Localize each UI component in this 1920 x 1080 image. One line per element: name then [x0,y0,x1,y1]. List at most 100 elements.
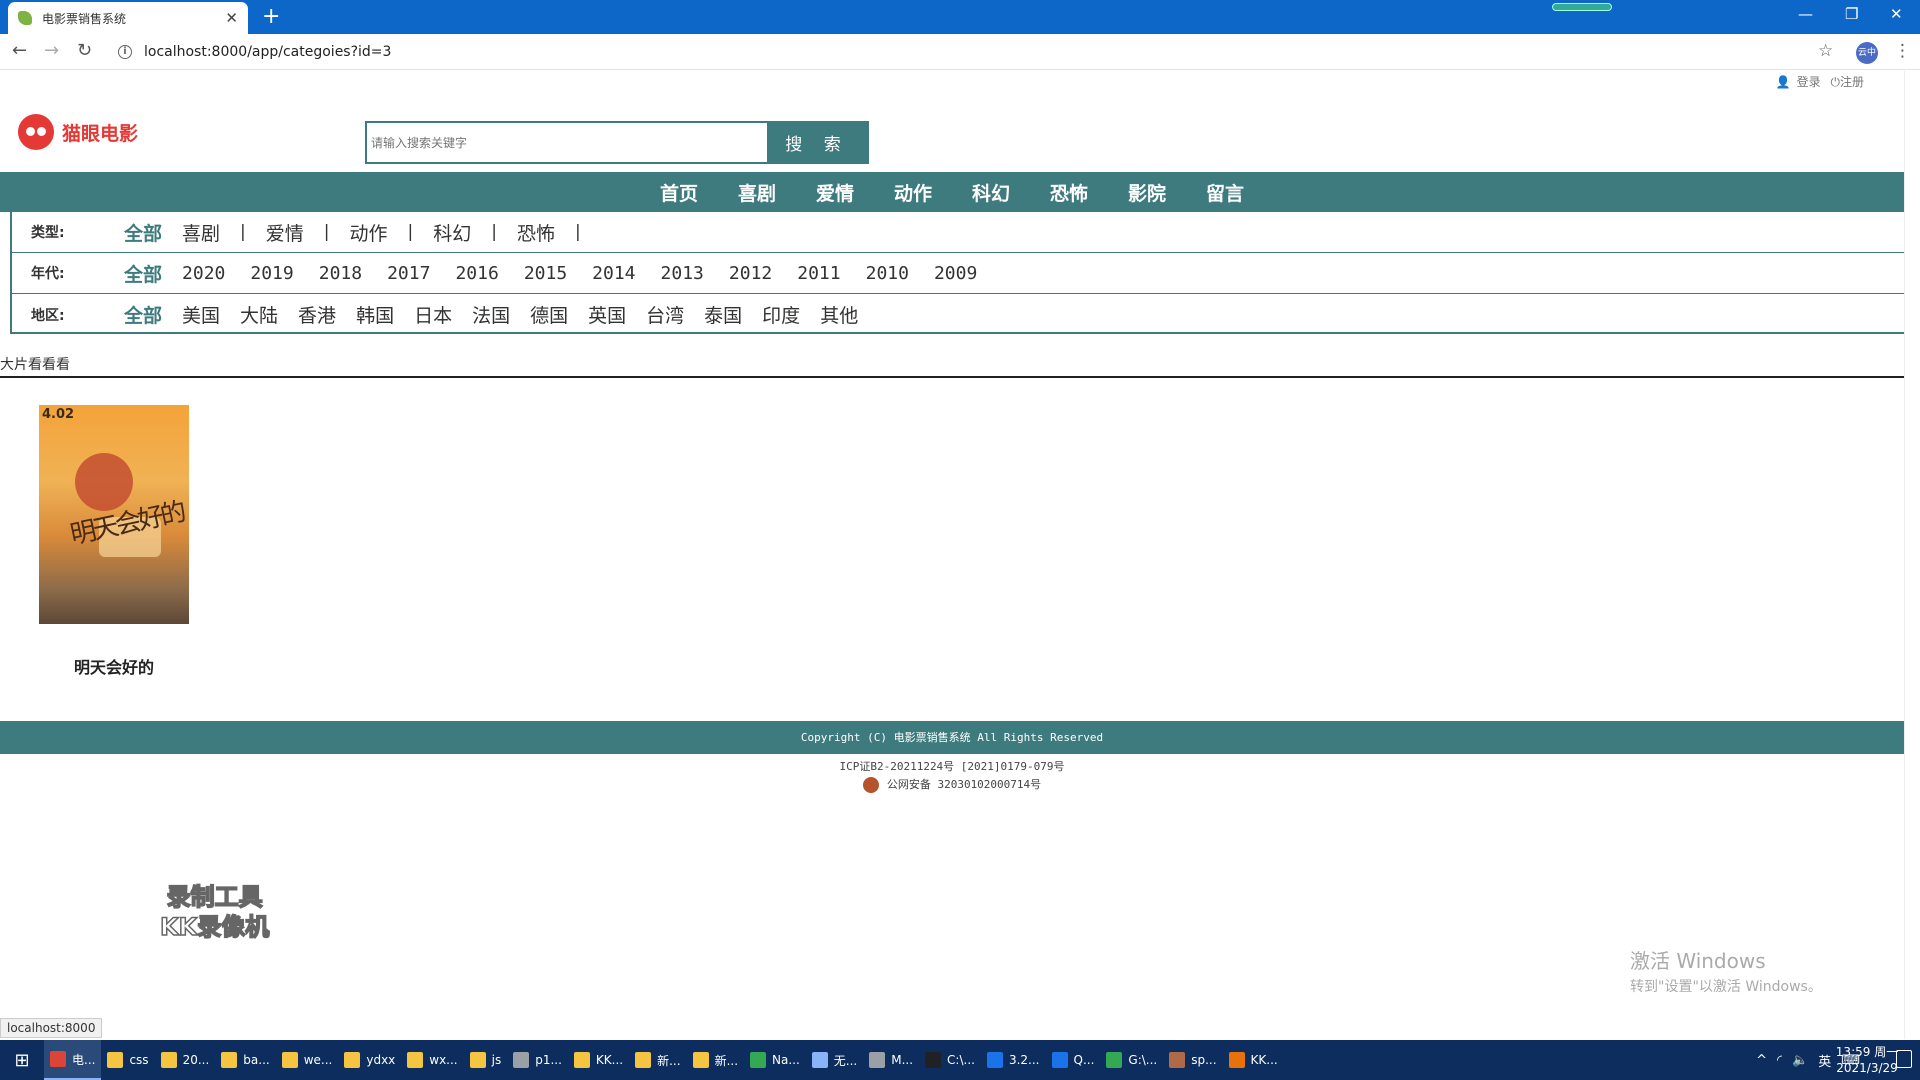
genre-option[interactable]: 爱情 [266,219,304,246]
back-icon[interactable]: ← [12,40,27,61]
nav-horror[interactable]: 恐怖 [1050,179,1088,206]
reload-icon[interactable]: ↻ [77,40,92,61]
region-option[interactable]: 香港 [298,301,336,328]
clock-time: 13:59 周一 [1835,1045,1899,1059]
taskbar-item[interactable]: C:\... [919,1040,981,1080]
year-option[interactable]: 2019 [250,263,293,284]
region-option[interactable]: 美国 [182,301,220,328]
nav-cinema[interactable]: 影院 [1128,179,1166,206]
taskbar-item[interactable]: we... [276,1040,339,1080]
nav-romance[interactable]: 爱情 [816,179,854,206]
taskbar-item[interactable]: G:\... [1100,1040,1163,1080]
search-button[interactable]: 搜 索 [767,123,867,162]
region-option[interactable]: 其他 [820,301,858,328]
taskbar-item[interactable]: js [464,1040,508,1080]
taskbar-item[interactable]: 无... [806,1040,863,1080]
taskbar-item[interactable]: KK... [568,1040,629,1080]
genre-option[interactable]: 恐怖 [517,219,555,246]
region-option[interactable]: 法国 [472,301,510,328]
genre-option[interactable]: 科幻 [433,219,471,246]
year-option[interactable]: 2011 [797,263,840,284]
forward-icon[interactable]: → [44,40,59,61]
region-option[interactable]: 英国 [588,301,626,328]
taskbar-item[interactable]: p1... [507,1040,568,1080]
search-input[interactable] [367,123,767,162]
year-option[interactable]: 2013 [661,263,704,284]
region-option[interactable]: 大陆 [240,301,278,328]
browser-menu-icon[interactable]: ⋮ [1894,41,1911,61]
taskbar-item[interactable]: 3.2... [981,1040,1046,1080]
year-option[interactable]: 2016 [455,263,498,284]
nav-scifi[interactable]: 科幻 [972,179,1010,206]
region-option[interactable]: 印度 [762,301,800,328]
bookmark-star-icon[interactable]: ☆ [1818,41,1833,61]
network-icon[interactable]: ◜ [1777,1053,1782,1068]
close-window-icon[interactable]: ✕ [1890,5,1903,23]
activate-subtitle: 转到"设置"以激活 Windows。 [1630,979,1822,995]
year-option[interactable]: 2014 [592,263,635,284]
taskbar-item[interactable]: KK... [1223,1040,1284,1080]
url-text[interactable]: localhost:8000/app/categoies?id=3 [144,44,391,60]
genre-option[interactable]: 动作 [350,219,388,246]
year-option[interactable]: 2012 [729,263,772,284]
taskbar-item[interactable]: sp... [1163,1040,1222,1080]
nav-message[interactable]: 留言 [1206,179,1244,206]
taskbar-item[interactable]: 20... [155,1040,216,1080]
recording-progress-indicator [1552,3,1612,11]
app-icon [281,1052,298,1068]
nav-home[interactable]: 首页 [660,179,698,206]
browser-tab[interactable]: 电影票销售系统 ✕ [8,2,248,34]
region-option[interactable]: 德国 [530,301,568,328]
taskbar-item[interactable]: Na... [744,1040,806,1080]
new-tab-icon[interactable]: + [262,4,280,30]
notification-icon[interactable] [1896,1050,1912,1068]
info-icon[interactable]: i [118,45,132,59]
chevron-up-icon[interactable]: ^ [1756,1053,1767,1068]
taskbar-item[interactable]: M... [863,1040,919,1080]
minimize-icon[interactable]: — [1798,5,1813,23]
region-option[interactable]: 泰国 [704,301,742,328]
nav-comedy[interactable]: 喜剧 [738,179,776,206]
taskbar-item[interactable]: ba... [215,1040,275,1080]
ime-indicator[interactable]: 英 [1818,1051,1831,1070]
separator: | [491,222,498,242]
address-bar[interactable]: i localhost:8000/app/categoies?id=3 [110,39,1820,65]
taskbar-item[interactable]: Q... [1046,1040,1101,1080]
year-option[interactable]: 2009 [934,263,977,284]
taskbar-clock[interactable]: 13:59 周一 2021/3/29 [1832,1044,1902,1076]
app-icon [1051,1052,1068,1068]
register-link[interactable]: 注册 [1840,75,1864,89]
site-logo[interactable]: 猫眼电影 [18,114,138,150]
movie-card[interactable]: 4.02 明天会好的 明天会好的 [39,405,189,678]
year-option[interactable]: 2020 [182,263,225,284]
genre-option[interactable]: 喜剧 [182,219,220,246]
windows-start-icon[interactable]: ⊞ [0,1040,44,1080]
restore-icon[interactable]: ❐ [1845,5,1858,23]
region-all[interactable]: 全部 [124,301,162,328]
separator: | [407,222,414,242]
taskbar-item[interactable]: css [101,1040,154,1080]
movie-poster[interactable]: 4.02 明天会好的 [39,405,189,624]
year-option[interactable]: 2010 [866,263,909,284]
movie-title[interactable]: 明天会好的 [39,654,189,678]
taskbar-item[interactable]: 新... [687,1040,744,1080]
vertical-scrollbar[interactable] [1904,71,1920,1039]
region-option[interactable]: 韩国 [356,301,394,328]
region-option[interactable]: 台湾 [646,301,684,328]
year-all[interactable]: 全部 [124,260,162,287]
year-option[interactable]: 2018 [319,263,362,284]
taskbar-item[interactable]: wx... [401,1040,463,1080]
close-tab-icon[interactable]: ✕ [225,9,238,27]
genre-all[interactable]: 全部 [124,219,162,246]
region-option[interactable]: 日本 [414,301,452,328]
profile-avatar[interactable]: 云中 [1856,42,1878,64]
nav-action[interactable]: 动作 [894,179,932,206]
taskbar-item[interactable]: ydxx [338,1040,401,1080]
taskbar-item[interactable]: 新... [629,1040,686,1080]
year-option[interactable]: 2015 [524,263,567,284]
taskbar-item-label: we... [303,1053,333,1067]
taskbar-item[interactable]: 电... [44,1040,102,1080]
login-link[interactable]: 登录 [1797,75,1821,89]
year-option[interactable]: 2017 [387,263,430,284]
volume-icon[interactable]: 🔈 [1792,1053,1808,1068]
